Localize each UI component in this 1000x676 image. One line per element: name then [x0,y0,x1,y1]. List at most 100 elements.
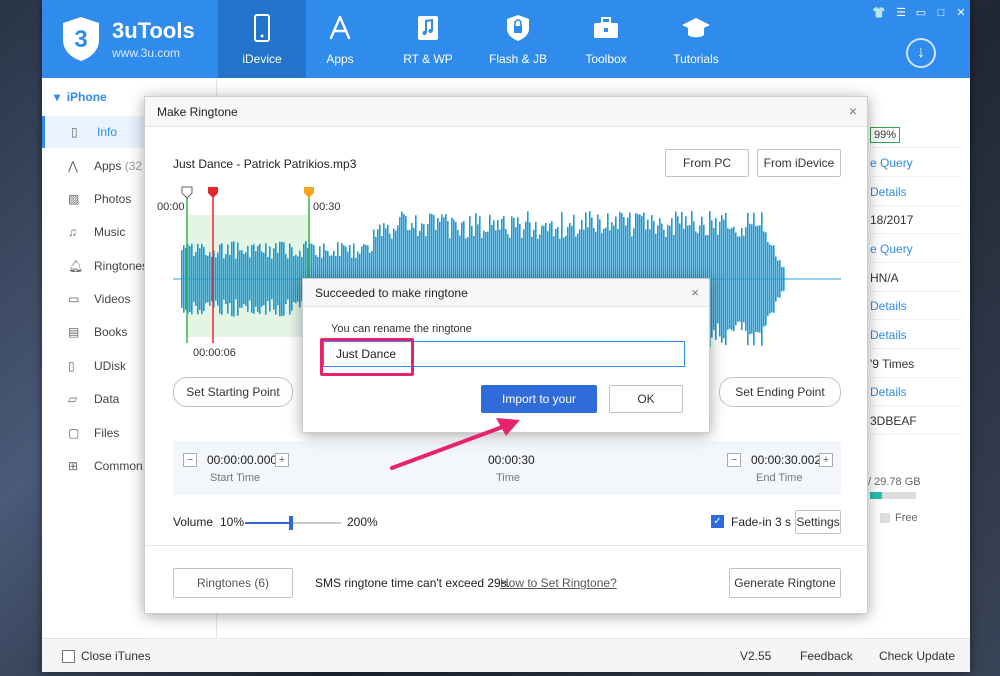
udisk-icon: ▯ [68,359,75,373]
import-to-idevice-button[interactable]: Import to your iDevice [481,385,597,432]
waveform-bar [239,250,241,308]
rename-label: You can rename the ringtone [331,323,472,335]
info-link[interactable]: Details [870,292,962,320]
end-time-minus-button[interactable]: − [727,453,741,467]
battery-badge: 99% [870,127,901,143]
nav-tab-apps[interactable]: Apps [296,0,384,78]
storage-total: / 29.78 GB [868,476,921,488]
start-time-value: 00:00:00.000 [207,453,278,467]
folder-icon: ▱ [68,392,78,406]
waveform-bar [233,241,235,317]
waveform-bar [259,243,261,315]
info-link[interactable]: e Query [870,149,962,177]
fade-in-checkbox[interactable]: ✓ [711,515,724,528]
from-idevice-button[interactable]: From iDevice [757,149,841,177]
waveform-bar [267,257,269,301]
waveform-bar [773,245,775,313]
sidebar-item-label: Common [94,459,143,473]
dialog-title: Make Ringtone [157,105,238,119]
waveform-bar [769,244,771,314]
waveform-bar [263,252,265,306]
menu-icon[interactable]: ☰ [894,6,908,20]
nav-tab-rt-wp[interactable]: RT & WP [384,0,472,78]
shirt-icon[interactable]: 👕 [872,6,886,20]
device-header[interactable]: ▾ iPhone [54,90,107,104]
volume-slider-handle[interactable] [289,516,294,530]
waveform-bar [249,257,251,301]
app-name: 3uTools [112,18,195,43]
storage-bar [870,492,916,499]
sidebar-item-label: Ringtones [94,259,149,273]
set-ending-point-button[interactable]: Set Ending Point [719,377,841,407]
waveform-bar [215,257,217,301]
from-pc-button[interactable]: From PC [665,149,749,177]
waveform-bar [735,232,737,326]
fade-in-label[interactable]: Fade-in 3 s [731,515,791,529]
waveform-bar [181,250,183,308]
close-itunes-label[interactable]: Close iTunes [81,649,151,663]
waveform-bar [281,241,283,317]
info-link[interactable]: e Query [870,235,962,263]
waveform-bar [265,243,267,315]
ringtones-list-button[interactable]: Ringtones (6) [173,568,293,598]
waveform-bar [193,256,195,302]
waveform-bar [205,254,207,304]
waveform-bar [733,226,735,332]
popup-close-icon[interactable]: × [691,285,699,300]
info-value: 18/2017 [870,206,962,234]
free-legend-label: Free [895,512,918,524]
info-link[interactable]: Details [870,178,962,206]
close-itunes-checkbox[interactable] [62,650,75,663]
waveform-bar [225,254,227,304]
minimize-icon[interactable]: ▭ [914,6,928,20]
info-value: 3DBEAF [870,407,962,435]
feedback-link[interactable]: Feedback [800,649,853,663]
start-time-plus-button[interactable]: + [275,453,289,467]
waveform-bar [219,244,221,314]
waveform-bar [747,212,749,346]
waveform-bar [257,245,259,313]
nav-tab-label: Toolbox [585,52,627,66]
waveform-bar [247,245,249,313]
nav-tab-idevice[interactable]: iDevice [218,0,306,78]
waveform-bar [725,212,727,346]
highlight-box [320,338,414,376]
waveform-bar [757,225,759,333]
settings-button[interactable]: Settings [795,510,841,534]
waveform-bar [731,227,733,331]
start-time-minus-button[interactable]: − [183,453,197,467]
waveform-bar [209,252,211,306]
waveform-bar [759,225,761,333]
download-icon[interactable]: ↓ [906,38,936,68]
set-starting-point-button[interactable]: Set Starting Point [173,377,293,407]
info-link[interactable]: Details [870,321,962,349]
waveform-bar [183,245,185,313]
dialog-footer: Ringtones (6) SMS ringtone time can't ex… [145,545,867,615]
waveform-bar [783,267,785,291]
how-to-set-ringtone-link[interactable]: How to Set Ringtone? [500,576,617,590]
maximize-icon[interactable]: □ [934,6,948,20]
nav-tab-label: iDevice [242,52,282,66]
waveform-bar [295,254,297,304]
waveform-bar [293,256,295,302]
waveform-bar [743,235,745,323]
dialog-header [145,97,867,127]
waveform-bar [207,255,209,303]
version-label: V2.55 [740,649,772,663]
waveform-bar [289,243,291,315]
nav-tab-toolbox[interactable]: Toolbox [562,0,650,78]
generate-ringtone-button[interactable]: Generate Ringtone [729,568,841,598]
nav-tab-tutorials[interactable]: Tutorials [652,0,740,78]
waveform-bar [729,229,731,329]
video-icon: ▭ [68,292,80,306]
end-time-plus-button[interactable]: + [819,453,833,467]
nav-tab-flash-jb[interactable]: Flash & JB [474,0,562,78]
check-update-link[interactable]: Check Update [879,649,955,663]
close-icon[interactable]: ✕ [954,6,968,20]
info-link[interactable]: Details [870,378,962,406]
ok-button[interactable]: OK [609,385,683,413]
dialog-close-icon[interactable]: × [849,103,857,119]
apps-icon: ⋀ [68,159,78,173]
end-marker-icon [304,187,314,198]
waveform-bar [767,242,769,316]
